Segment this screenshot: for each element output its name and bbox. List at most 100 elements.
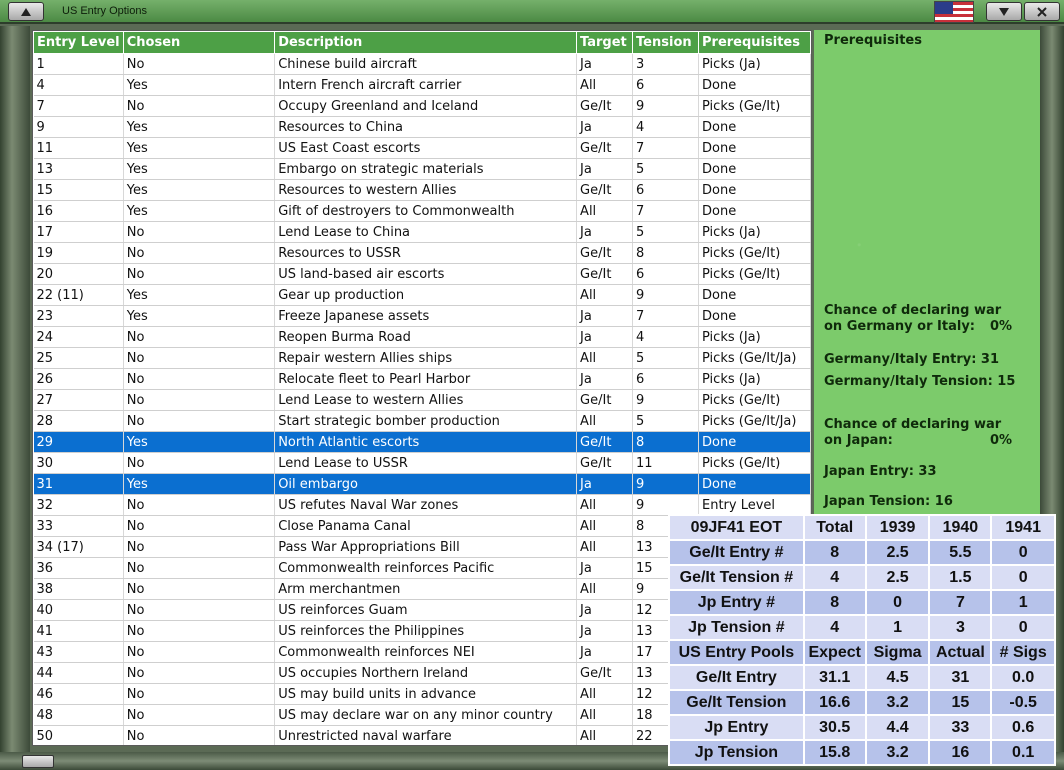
stats-row-label: Jp Tension # bbox=[668, 614, 805, 641]
column-header-description[interactable]: Description bbox=[274, 31, 578, 54]
column-header-prerequisites[interactable]: Prerequisites bbox=[698, 31, 811, 54]
stats-cell: 0.6 bbox=[990, 714, 1056, 741]
table-row[interactable]: 22 (11) Yes Gear up production All 9 Done bbox=[33, 284, 811, 306]
window-menu-button[interactable] bbox=[8, 2, 44, 21]
column-header-tension[interactable]: Tension bbox=[632, 31, 699, 54]
cell-chosen: No bbox=[123, 326, 276, 348]
cell-entry-level: 32 bbox=[33, 494, 124, 516]
table-row[interactable]: 30 No Lend Lease to USSR Ge/It 11 Picks (Ge/I… bbox=[33, 452, 811, 474]
cell-target: All bbox=[576, 515, 634, 537]
table-row[interactable]: 25 No Repair western Allies ships All 5 Picks… bbox=[33, 347, 811, 369]
stats-row: Jp Tension #4 1 3 0 bbox=[668, 614, 1056, 641]
cell-chosen: No bbox=[123, 242, 276, 264]
table-row[interactable]: 9 Yes Resources to China Ja 4 Done bbox=[33, 116, 811, 138]
cell-chosen: No bbox=[123, 704, 276, 726]
cell-prerequisites: Done bbox=[698, 158, 811, 180]
table-row[interactable]: 23 Yes Freeze Japanese assets Ja 7 Done bbox=[33, 305, 811, 327]
chance-ja-line2: on Japan: bbox=[824, 433, 893, 448]
cell-tension: 4 bbox=[632, 326, 699, 348]
table-row[interactable]: 19 No Resources to USSR Ge/It 8 Picks (Ge/It) bbox=[33, 242, 811, 264]
cell-chosen: Yes bbox=[123, 137, 276, 159]
cell-entry-level: 24 bbox=[33, 326, 124, 348]
stats-row: 09JF41 EOT Total 1939 1940 1941 bbox=[668, 514, 1056, 541]
table-row[interactable]: 1 No Chinese build aircraft Ja 3 Picks (Ja) bbox=[33, 53, 811, 75]
minimize-icon bbox=[999, 8, 1009, 16]
column-header-chosen[interactable]: Chosen bbox=[122, 31, 276, 54]
cell-chosen: Yes bbox=[123, 116, 276, 138]
bottom-left-button[interactable] bbox=[22, 755, 54, 768]
window-minimize-button[interactable] bbox=[986, 2, 1022, 21]
cell-chosen: Yes bbox=[123, 74, 276, 96]
cell-description: Repair western Allies ships bbox=[274, 347, 578, 369]
table-row[interactable]: 17 No Lend Lease to China Ja 5 Picks (Ja) bbox=[33, 221, 811, 243]
stats-row: US Entry Pools Expect Sigma Actual # Sigs bbox=[668, 639, 1056, 666]
cell-prerequisites: Done bbox=[698, 431, 811, 453]
cell-description: Resources to USSR bbox=[274, 242, 578, 264]
cell-description: Lend Lease to USSR bbox=[274, 452, 578, 474]
cell-tension: 9 bbox=[632, 389, 699, 411]
stats-row-label: Ge/It Tension # bbox=[668, 564, 805, 591]
window-close-button[interactable] bbox=[1024, 2, 1060, 21]
cell-entry-level: 33 bbox=[33, 515, 124, 537]
table-row[interactable]: 29 Yes North Atlantic escorts Ge/It 8 Done bbox=[33, 431, 811, 453]
cell-entry-level: 34 (17) bbox=[33, 536, 124, 558]
stats-cell: 0 bbox=[990, 614, 1056, 641]
cell-prerequisites: Picks (Ge/It) bbox=[698, 95, 811, 117]
cell-target: All bbox=[576, 578, 634, 600]
table-row[interactable]: 28 No Start strategic bomber production All… bbox=[33, 410, 811, 432]
cell-chosen: Yes bbox=[123, 473, 276, 495]
cell-description: Unrestricted naval warfare bbox=[274, 725, 578, 745]
cell-target: Ja bbox=[576, 53, 634, 75]
table-row[interactable]: 16 Yes Gift of destroyers to Commonwealth A… bbox=[33, 200, 811, 222]
cell-tension: 5 bbox=[632, 221, 699, 243]
chance-ge-line1: Chance of declaring war bbox=[824, 303, 1002, 318]
cell-description: Close Panama Canal bbox=[274, 515, 578, 537]
cell-chosen: No bbox=[123, 95, 276, 117]
cell-tension: 9 bbox=[632, 95, 699, 117]
column-header-entry-level[interactable]: Entry Level bbox=[33, 31, 124, 54]
cell-entry-level: 19 bbox=[33, 242, 124, 264]
cell-target: All bbox=[576, 704, 634, 726]
cell-target: All bbox=[576, 200, 634, 222]
cell-tension: 6 bbox=[632, 368, 699, 390]
cell-prerequisites: Done bbox=[698, 179, 811, 201]
cell-chosen: No bbox=[123, 557, 276, 579]
table-row[interactable]: 26 No Relocate fleet to Pearl Harbor Ja 6 Pic… bbox=[33, 368, 811, 390]
table-row[interactable]: 31 Yes Oil embargo Ja 9 Done bbox=[33, 473, 811, 495]
table-row[interactable]: 24 No Reopen Burma Road Ja 4 Picks (Ja) bbox=[33, 326, 811, 348]
cell-entry-level: 43 bbox=[33, 641, 124, 663]
table-row[interactable]: 15 Yes Resources to western Allies Ge/It 6 Do… bbox=[33, 179, 811, 201]
cell-entry-level: 41 bbox=[33, 620, 124, 642]
table-row[interactable]: 20 No US land-based air escorts Ge/It 6 Picks… bbox=[33, 263, 811, 285]
cell-tension: 5 bbox=[632, 410, 699, 432]
cell-prerequisites: Done bbox=[698, 473, 811, 495]
cell-target: Ja bbox=[576, 641, 634, 663]
cell-chosen: Yes bbox=[123, 284, 276, 306]
cell-chosen: No bbox=[123, 578, 276, 600]
cell-target: Ja bbox=[576, 158, 634, 180]
table-row[interactable]: 7 No Occupy Greenland and Iceland Ge/It 9 Pic… bbox=[33, 95, 811, 117]
table-row[interactable]: 13 Yes Embargo on strategic materials Ja 5 Do… bbox=[33, 158, 811, 180]
cell-prerequisites: Picks (Ge/It/Ja) bbox=[698, 410, 811, 432]
stats-cell: 4.5 bbox=[864, 664, 931, 691]
cell-prerequisites: Done bbox=[698, 137, 811, 159]
table-row[interactable]: 4 Yes Intern French aircraft carrier All 6 Do… bbox=[33, 74, 811, 96]
stats-cell: 16.6 bbox=[802, 689, 867, 716]
column-header-target[interactable]: Target bbox=[576, 31, 634, 54]
stats-cell: 1941 bbox=[990, 514, 1056, 541]
cell-entry-level: 29 bbox=[33, 431, 124, 453]
cell-description: US occupies Northern Ireland bbox=[274, 662, 578, 684]
stats-cell: Expect bbox=[802, 639, 867, 666]
cell-description: US may build units in advance bbox=[274, 683, 578, 705]
cell-target: Ja bbox=[576, 368, 634, 390]
stats-cell: 5.5 bbox=[928, 539, 993, 566]
table-row[interactable]: 11 Yes US East Coast escorts Ge/It 7 Done bbox=[33, 137, 811, 159]
table-row[interactable]: 32 No US refutes Naval War zones All 9 Entry … bbox=[33, 494, 811, 516]
table-row[interactable]: 27 No Lend Lease to western Allies Ge/It 9 Pi… bbox=[33, 389, 811, 411]
ja-tension: Japan Tension: 16 bbox=[824, 494, 953, 509]
cell-entry-level: 44 bbox=[33, 662, 124, 684]
cell-description: Intern French aircraft carrier bbox=[274, 74, 578, 96]
cell-target: Ge/It bbox=[576, 95, 634, 117]
stats-cell: 15 bbox=[928, 689, 993, 716]
cell-chosen: No bbox=[123, 389, 276, 411]
